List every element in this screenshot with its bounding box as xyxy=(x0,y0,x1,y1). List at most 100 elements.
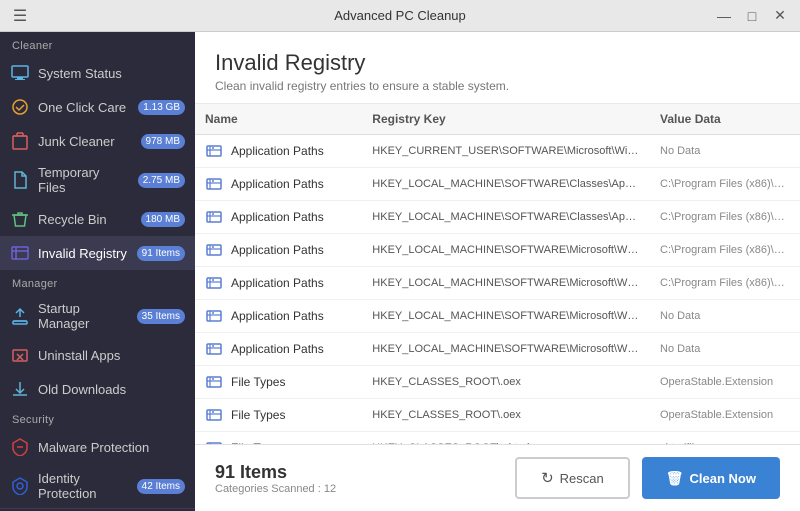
maximize-button[interactable]: □ xyxy=(740,4,764,28)
col-value: Value Data xyxy=(650,104,800,135)
menu-button[interactable]: ☰ xyxy=(8,4,32,28)
footer-buttons: ↻ Rescan 🗑 Clean Now xyxy=(515,457,780,499)
value-cell: C:\Program Files (x86)\CleverFile... xyxy=(650,168,800,201)
row-icon xyxy=(205,175,223,193)
sidebar: Cleaner System Status One Click Care 1.1… xyxy=(0,32,195,511)
name-cell: Application Paths xyxy=(195,333,362,366)
identity-icon xyxy=(10,476,30,496)
value-cell: OperaStable.Extension xyxy=(650,399,800,432)
name-cell: Application Paths xyxy=(195,267,362,300)
sidebar-label-uninstall-apps: Uninstall Apps xyxy=(38,348,185,363)
cleaner-section-label: Cleaner xyxy=(0,32,195,56)
row-name: File Types xyxy=(231,408,285,422)
row-icon xyxy=(205,208,223,226)
care-icon xyxy=(10,97,30,117)
table-row: Application Paths HKEY_LOCAL_MACHINE\SOF… xyxy=(195,201,800,234)
temporary-files-badge: 2.75 MB xyxy=(138,173,185,188)
row-name: Application Paths xyxy=(231,177,324,191)
security-section-label: Security xyxy=(0,406,195,430)
sidebar-item-invalid-registry[interactable]: Invalid Registry 91 Items xyxy=(0,236,195,270)
value-cell: C:\Program Files (x86)\CleverFiles\ xyxy=(650,234,800,267)
row-icon xyxy=(205,142,223,160)
table-row: Application Paths HKEY_CURRENT_USER\SOFT… xyxy=(195,135,800,168)
invalid-registry-badge: 91 Items xyxy=(137,246,185,261)
app-title: Advanced PC Cleanup xyxy=(334,8,466,23)
main-layout: Cleaner System Status One Click Care 1.1… xyxy=(0,32,800,511)
clean-now-button[interactable]: 🗑 Clean Now xyxy=(642,457,780,499)
minimize-button[interactable]: — xyxy=(712,4,736,28)
name-cell: File Types xyxy=(195,366,362,399)
col-key: Registry Key xyxy=(362,104,650,135)
row-name: Application Paths xyxy=(231,342,324,356)
one-click-care-badge: 1.13 GB xyxy=(138,100,185,115)
table-row: Application Paths HKEY_LOCAL_MACHINE\SOF… xyxy=(195,333,800,366)
value-cell: No Data xyxy=(650,135,800,168)
registry-table: Name Registry Key Value Data Ap xyxy=(195,104,800,444)
clean-label: Clean Now xyxy=(690,471,756,486)
sidebar-label-recycle-bin: Recycle Bin xyxy=(38,212,133,227)
sidebar-label-invalid-registry: Invalid Registry xyxy=(38,246,129,261)
row-name: Application Paths xyxy=(231,144,324,158)
items-count: 91 Items xyxy=(215,462,336,483)
sidebar-item-old-downloads[interactable]: Old Downloads xyxy=(0,372,195,406)
row-name: Application Paths xyxy=(231,276,324,290)
sidebar-item-temporary-files[interactable]: Temporary Files 2.75 MB xyxy=(0,158,195,202)
rescan-button[interactable]: ↻ Rescan xyxy=(515,457,630,499)
value-cell: No Data xyxy=(650,333,800,366)
row-name: Application Paths xyxy=(231,210,324,224)
sidebar-item-identity-protection[interactable]: Identity Protection 42 Items xyxy=(0,464,195,508)
sidebar-label-old-downloads: Old Downloads xyxy=(38,382,185,397)
content-footer: 91 Items Categories Scanned : 12 ↻ Resca… xyxy=(195,444,800,511)
table-row: Application Paths HKEY_LOCAL_MACHINE\SOF… xyxy=(195,234,800,267)
key-cell: HKEY_CLASSES_ROOT\.shtml xyxy=(362,432,650,445)
sidebar-item-startup-manager[interactable]: Startup Manager 35 Items xyxy=(0,294,195,338)
key-cell: HKEY_LOCAL_MACHINE\SOFTWARE\Microsoft\Wi… xyxy=(362,300,650,333)
value-cell: C:\Program Files (x86)\CleverFiles\ xyxy=(650,267,800,300)
name-cell: File Types xyxy=(195,432,362,445)
manager-section-label: Manager xyxy=(0,270,195,294)
row-name: Application Paths xyxy=(231,243,324,257)
key-cell: HKEY_LOCAL_MACHINE\SOFTWARE\Microsoft\Wi… xyxy=(362,234,650,267)
key-cell: HKEY_LOCAL_MACHINE\SOFTWARE\Classes\Appl… xyxy=(362,168,650,201)
sidebar-item-system-status[interactable]: System Status xyxy=(0,56,195,90)
sidebar-label-system-status: System Status xyxy=(38,66,185,81)
close-button[interactable]: ✕ xyxy=(768,4,792,28)
row-icon xyxy=(205,373,223,391)
key-cell: HKEY_CURRENT_USER\SOFTWARE\Microsoft\Win… xyxy=(362,135,650,168)
row-icon xyxy=(205,340,223,358)
row-icon xyxy=(205,307,223,325)
col-name: Name xyxy=(195,104,362,135)
categories-scanned: Categories Scanned : 12 xyxy=(215,483,336,495)
temp-icon xyxy=(10,170,30,190)
table-row: File Types HKEY_CLASSES_ROOT\.oexOperaSt… xyxy=(195,366,800,399)
registry-table-wrapper[interactable]: Name Registry Key Value Data Ap xyxy=(195,104,800,444)
content-header: Invalid Registry Clean invalid registry … xyxy=(195,32,800,104)
key-cell: HKEY_LOCAL_MACHINE\SOFTWARE\Microsoft\Wi… xyxy=(362,267,650,300)
sidebar-item-uninstall-apps[interactable]: Uninstall Apps xyxy=(0,338,195,372)
sidebar-item-malware-protection[interactable]: Malware Protection xyxy=(0,430,195,464)
monitor-icon xyxy=(10,63,30,83)
footer-info: 91 Items Categories Scanned : 12 xyxy=(215,462,336,495)
registry-icon xyxy=(10,243,30,263)
value-cell: shtmlfile xyxy=(650,432,800,445)
row-name: File Types xyxy=(231,375,285,389)
row-name: Application Paths xyxy=(231,309,324,323)
value-cell: No Data xyxy=(650,300,800,333)
sidebar-item-junk-cleaner[interactable]: Junk Cleaner 978 MB xyxy=(0,124,195,158)
malware-icon xyxy=(10,437,30,457)
startup-icon xyxy=(10,306,30,326)
sidebar-item-recycle-bin[interactable]: Recycle Bin 180 MB xyxy=(0,202,195,236)
junk-icon xyxy=(10,131,30,151)
clean-icon: 🗑 xyxy=(666,470,684,487)
table-row: File Types HKEY_CLASSES_ROOT\.oexOperaSt… xyxy=(195,399,800,432)
sidebar-item-one-click-care[interactable]: One Click Care 1.13 GB xyxy=(0,90,195,124)
sidebar-label-junk-cleaner: Junk Cleaner xyxy=(38,134,133,149)
uninstall-icon xyxy=(10,345,30,365)
row-icon xyxy=(205,439,223,444)
sidebar-label-malware-protection: Malware Protection xyxy=(38,440,185,455)
sidebar-label-temporary-files: Temporary Files xyxy=(38,165,130,195)
title-bar-left: ☰ xyxy=(8,4,32,28)
content-area: Invalid Registry Clean invalid registry … xyxy=(195,32,800,511)
key-cell: HKEY_CLASSES_ROOT\.oex xyxy=(362,366,650,399)
title-bar: ☰ Advanced PC Cleanup — □ ✕ xyxy=(0,0,800,32)
